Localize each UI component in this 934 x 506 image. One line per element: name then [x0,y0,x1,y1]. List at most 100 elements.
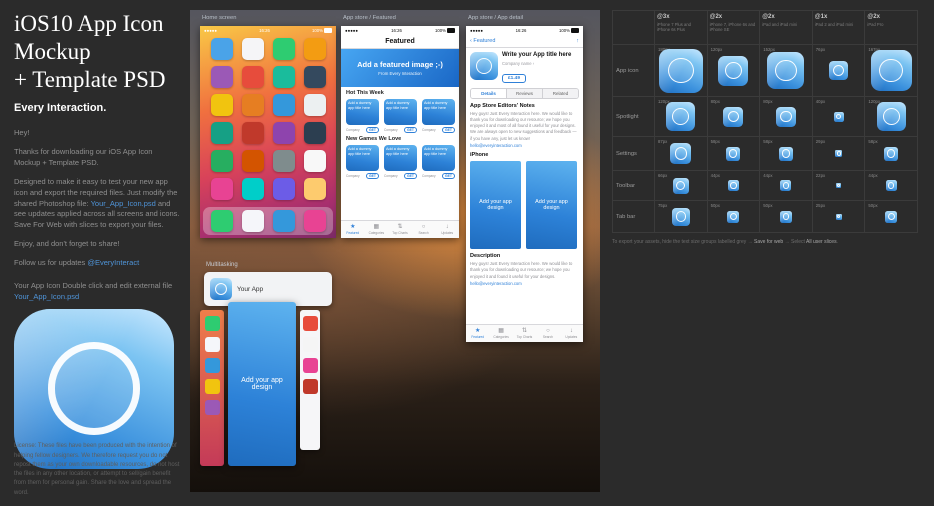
app-icon-preview[interactable] [836,183,841,188]
home-app-icon[interactable] [273,178,295,200]
app-icon-preview[interactable] [884,147,898,161]
app-icon-preview[interactable] [718,56,748,86]
tab-reviews[interactable]: Reviews [507,89,543,98]
share-icon[interactable]: ↑ [576,38,579,44]
app-icon-preview[interactable] [666,102,695,131]
tabbar-item-updates[interactable]: ↓Updates [435,221,459,238]
strip-app-icon[interactable] [205,358,220,373]
app-icon-preview[interactable] [834,112,844,122]
tab-related[interactable]: Related [543,89,578,98]
app-company[interactable]: Company name › [502,61,571,66]
tabbar-item-categories[interactable]: ▦Categories [489,325,512,342]
dock-app-icon[interactable] [273,210,295,232]
tabbar-item-updates[interactable]: ↓Updates [560,325,583,342]
app-icon-preview[interactable] [723,107,743,127]
strip-app-icon[interactable] [303,358,318,373]
get-button[interactable]: GET [442,127,455,133]
app-icon-preview[interactable] [659,49,703,93]
your-app-icon[interactable] [210,278,232,300]
home-app-icon[interactable] [273,150,295,172]
home-app-icon[interactable] [273,66,295,88]
app-icon-preview[interactable] [776,107,796,127]
app-icon-preview[interactable] [871,50,912,91]
get-button[interactable]: GET [366,173,379,179]
get-button[interactable]: GET [404,173,417,179]
app-icon-preview[interactable] [836,214,842,220]
tab-details[interactable]: Details [471,89,507,98]
home-app-icon[interactable] [242,122,264,144]
home-app-icon[interactable] [211,122,233,144]
home-app-icon[interactable] [304,122,326,144]
app-card[interactable]: Add a dummy app title hereCompanyGET [346,99,379,133]
home-app-icon[interactable] [304,178,326,200]
home-app-icon[interactable] [242,94,264,116]
strip-app-icon[interactable] [205,337,220,352]
strip-app-icon[interactable] [205,400,220,415]
get-button[interactable]: GET [366,127,379,133]
app-icon-preview[interactable] [670,143,691,164]
tabbar-item-top-charts[interactable]: ⇅Top Charts [513,325,536,342]
featured-banner[interactable]: Add a featured image ;-) From Every Inte… [341,49,459,87]
app-icon-preview[interactable] [780,211,792,223]
app-icon-preview[interactable] [780,180,791,191]
app-card[interactable]: Add a dummy app title hereCompanyGET [384,145,417,179]
strip-app-icon[interactable] [205,379,220,394]
app-card[interactable]: Add a dummy app title hereCompanyGET [346,145,379,179]
app-icon-preview[interactable] [835,150,842,157]
psd-file-link[interactable]: Your_App_Icon.psd [91,199,156,208]
app-icon-preview[interactable] [672,208,690,226]
home-app-icon[interactable] [273,122,295,144]
app-icon-preview[interactable] [767,52,804,89]
psd-file-link[interactable]: Your_App_Icon.psd [14,292,79,301]
home-app-icon[interactable] [211,150,233,172]
app-icon-preview[interactable] [728,180,739,191]
app-icon-preview[interactable] [673,178,689,194]
app-icon-preview[interactable] [829,61,848,80]
dock-app-icon[interactable] [211,210,233,232]
home-app-icon[interactable] [242,150,264,172]
home-app-icon[interactable] [273,38,295,60]
app-icon-preview[interactable] [727,211,739,223]
tabbar-item-search[interactable]: ○Search [412,221,436,238]
home-app-icon[interactable] [304,94,326,116]
app-icon-preview[interactable] [885,211,897,223]
tabbar-item-featured[interactable]: ★Featured [466,325,489,342]
home-app-icon[interactable] [242,38,264,60]
get-button[interactable]: GET [442,173,455,179]
tabbar-item-search[interactable]: ○Search [536,325,559,342]
strip-app-icon[interactable] [303,316,318,331]
multitask-left-strip [200,310,224,466]
app-card[interactable]: Add a dummy app title hereCompanyGET [422,99,455,133]
app-icon-preview[interactable] [877,102,906,131]
home-app-icon[interactable] [211,66,233,88]
home-app-icon[interactable] [211,178,233,200]
contact-link[interactable]: hello@everyinteraction.com [470,281,579,286]
strip-app-icon[interactable] [303,337,318,352]
tabbar-item-top-charts[interactable]: ⇅Top Charts [388,221,412,238]
home-app-icon[interactable] [211,94,233,116]
home-app-icon[interactable] [242,66,264,88]
get-button[interactable]: GET [404,127,417,133]
tabbar-item-categories[interactable]: ▦Categories [365,221,389,238]
strip-app-icon[interactable] [303,379,318,394]
contact-link[interactable]: hello@everyinteraction.com [470,143,579,148]
back-button[interactable]: ‹ Featured [470,38,495,44]
home-app-icon[interactable] [242,178,264,200]
home-app-icon[interactable] [304,38,326,60]
home-app-icon[interactable] [211,38,233,60]
home-app-icon[interactable] [304,150,326,172]
home-app-icon[interactable] [273,94,295,116]
app-icon-preview[interactable] [726,147,740,161]
strip-app-icon[interactable] [205,316,220,331]
app-icon-preview[interactable] [886,180,897,191]
app-card[interactable]: Add a dummy app title hereCompanyGET [384,99,417,133]
dock-app-icon[interactable] [304,210,326,232]
dock-app-icon[interactable] [242,210,264,232]
tabbar: ★Featured▦Categories⇅Top Charts○Search↓U… [341,220,459,238]
app-card[interactable]: Add a dummy app title hereCompanyGET [422,145,455,179]
twitter-link[interactable]: @EveryInteract [87,258,139,267]
home-app-icon[interactable] [304,66,326,88]
tabbar-item-featured[interactable]: ★Featured [341,221,365,238]
price-button[interactable]: £1.49 [502,74,526,83]
app-icon-preview[interactable] [779,147,793,161]
